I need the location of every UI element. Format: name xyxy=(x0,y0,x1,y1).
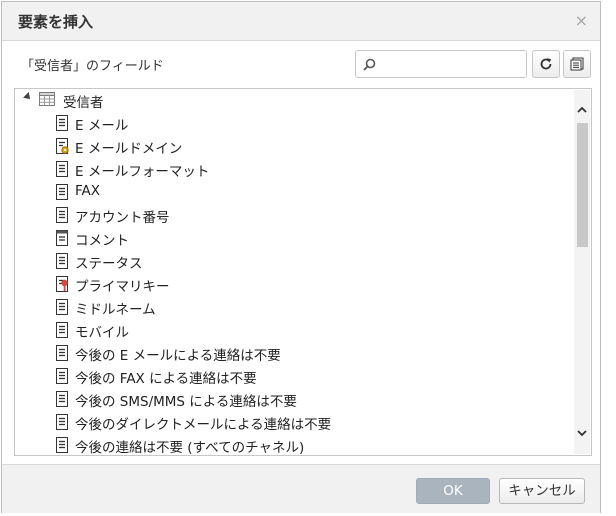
field-icon xyxy=(55,345,69,365)
scroll-up-icon[interactable] xyxy=(576,104,588,116)
tree-item-label: 今後の FAX による連絡は不要 xyxy=(75,371,257,387)
scrollbar-thumb[interactable] xyxy=(577,123,588,247)
field-icon xyxy=(55,437,69,455)
dialog-titlebar: 要素を挿入 × xyxy=(2,2,600,41)
field-icon xyxy=(55,322,69,342)
tree-item[interactable]: 今後のダイレクトメールによる連絡は不要 xyxy=(55,411,555,433)
tree-item[interactable]: ミドルネーム xyxy=(55,296,555,318)
ok-button[interactable]: OK xyxy=(416,478,490,504)
field-icon xyxy=(55,115,69,135)
fields-heading: 「受信者」のフィールド xyxy=(21,59,164,74)
refresh-icon xyxy=(540,58,552,70)
tree-item-label: E メールドメイン xyxy=(75,141,183,157)
tree-item-label: アカウント番号 xyxy=(75,210,170,226)
tree-item[interactable]: モバイル xyxy=(55,319,555,341)
field-tree: 受信者 E メール E メールドメイン E メールフォーマット FAX アカウント番号コ… xyxy=(14,88,592,456)
list-view-button[interactable] xyxy=(563,50,591,78)
vertical-scrollbar[interactable] xyxy=(574,90,590,454)
tree-root[interactable]: 受信者 xyxy=(19,89,319,111)
tree-item-label: コメント xyxy=(75,233,129,249)
tree-item-label: 今後のダイレクトメールによる連絡は不要 xyxy=(75,417,332,433)
field-icon xyxy=(55,253,69,273)
refresh-button[interactable] xyxy=(532,50,560,78)
tree-item[interactable]: アカウント番号 xyxy=(55,204,555,226)
primary-key-icon xyxy=(55,276,69,296)
computed-field-icon xyxy=(55,138,69,158)
tree-item-label: 今後の E メールによる連絡は不要 xyxy=(75,348,281,364)
tree-item-label: ミドルネーム xyxy=(75,302,156,318)
tree-item-label: FAX xyxy=(75,183,101,199)
search-box[interactable] xyxy=(355,50,527,78)
tree-item[interactable]: FAX xyxy=(55,181,555,203)
field-icon xyxy=(55,299,69,319)
tree-item-label: 今後の SMS/MMS による連絡は不要 xyxy=(75,394,297,410)
tree-item-label: E メール xyxy=(75,118,129,134)
tree-item-label: ステータス xyxy=(75,256,143,272)
tree-item-label: プライマリキー xyxy=(75,279,170,295)
memo-field-icon xyxy=(55,230,69,250)
search-icon xyxy=(363,58,376,71)
tree-item[interactable]: 今後の SMS/MMS による連絡は不要 xyxy=(55,388,555,410)
tree-item[interactable]: 今後の FAX による連絡は不要 xyxy=(55,365,555,387)
search-input[interactable] xyxy=(380,54,524,76)
field-icon xyxy=(55,368,69,388)
tree-item-label: E メールフォーマット xyxy=(75,164,210,180)
tree-root-label: 受信者 xyxy=(63,95,104,111)
dialog-title: 要素を挿入 xyxy=(18,13,94,31)
close-icon[interactable]: × xyxy=(575,11,588,30)
cancel-button[interactable]: キャンセル xyxy=(499,478,585,504)
field-icon xyxy=(55,184,69,204)
table-icon xyxy=(39,91,55,111)
scroll-down-icon[interactable] xyxy=(576,427,588,439)
tree-item[interactable]: 今後の E メールによる連絡は不要 xyxy=(55,342,555,364)
tree-item-label: モバイル xyxy=(75,325,129,341)
tree-item[interactable]: 今後の連絡は不要 (すべてのチャネル) xyxy=(55,434,555,456)
expand-arrow-icon[interactable] xyxy=(23,92,33,102)
tree-item[interactable]: E メールドメイン xyxy=(55,135,555,157)
tree-item[interactable]: プライマリキー xyxy=(55,273,555,295)
tree-item[interactable]: ステータス xyxy=(55,250,555,272)
tree-item[interactable]: E メール xyxy=(55,112,555,134)
list-icon xyxy=(570,57,584,71)
insert-element-dialog: 要素を挿入 × 「受信者」のフィールド 受信者 E メール E メールドメイン … xyxy=(1,1,601,513)
field-icon xyxy=(55,161,69,181)
tree-item-label: 今後の連絡は不要 (すべてのチャネル) xyxy=(75,440,305,456)
field-icon xyxy=(55,414,69,434)
field-icon xyxy=(55,391,69,411)
tree-item[interactable]: E メールフォーマット xyxy=(55,158,555,180)
field-icon xyxy=(55,207,69,227)
tree-item[interactable]: コメント xyxy=(55,227,555,249)
dialog-footer: OK キャンセル xyxy=(2,464,600,513)
